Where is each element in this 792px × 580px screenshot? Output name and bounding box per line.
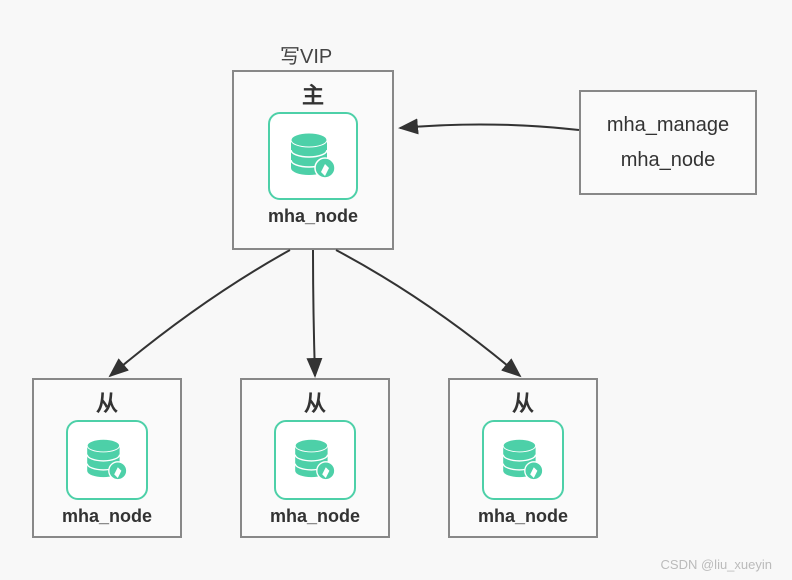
slave-node-1: 从 mha_node xyxy=(32,378,182,538)
watermark: CSDN @liu_xueyin xyxy=(661,557,772,572)
master-node: 主 mha_node xyxy=(232,70,394,250)
vip-label: 写VIP xyxy=(280,40,332,69)
slave-label: mha_node xyxy=(478,506,568,527)
manager-line1: mha_manage xyxy=(607,114,729,137)
manager-line2: mha_node xyxy=(621,149,716,172)
slave-node-3: 从 mha_node xyxy=(448,378,598,538)
master-label: mha_node xyxy=(268,206,358,227)
manager-node: mha_manage mha_node xyxy=(579,90,757,195)
slave-title: 从 xyxy=(304,386,326,418)
database-icon xyxy=(268,112,358,200)
slave-node-2: 从 mha_node xyxy=(240,378,390,538)
database-icon xyxy=(274,420,356,500)
database-icon xyxy=(66,420,148,500)
slave-label: mha_node xyxy=(270,506,360,527)
database-icon xyxy=(482,420,564,500)
slave-label: mha_node xyxy=(62,506,152,527)
master-title: 主 xyxy=(302,78,324,110)
slave-title: 从 xyxy=(512,386,534,418)
slave-title: 从 xyxy=(96,386,118,418)
